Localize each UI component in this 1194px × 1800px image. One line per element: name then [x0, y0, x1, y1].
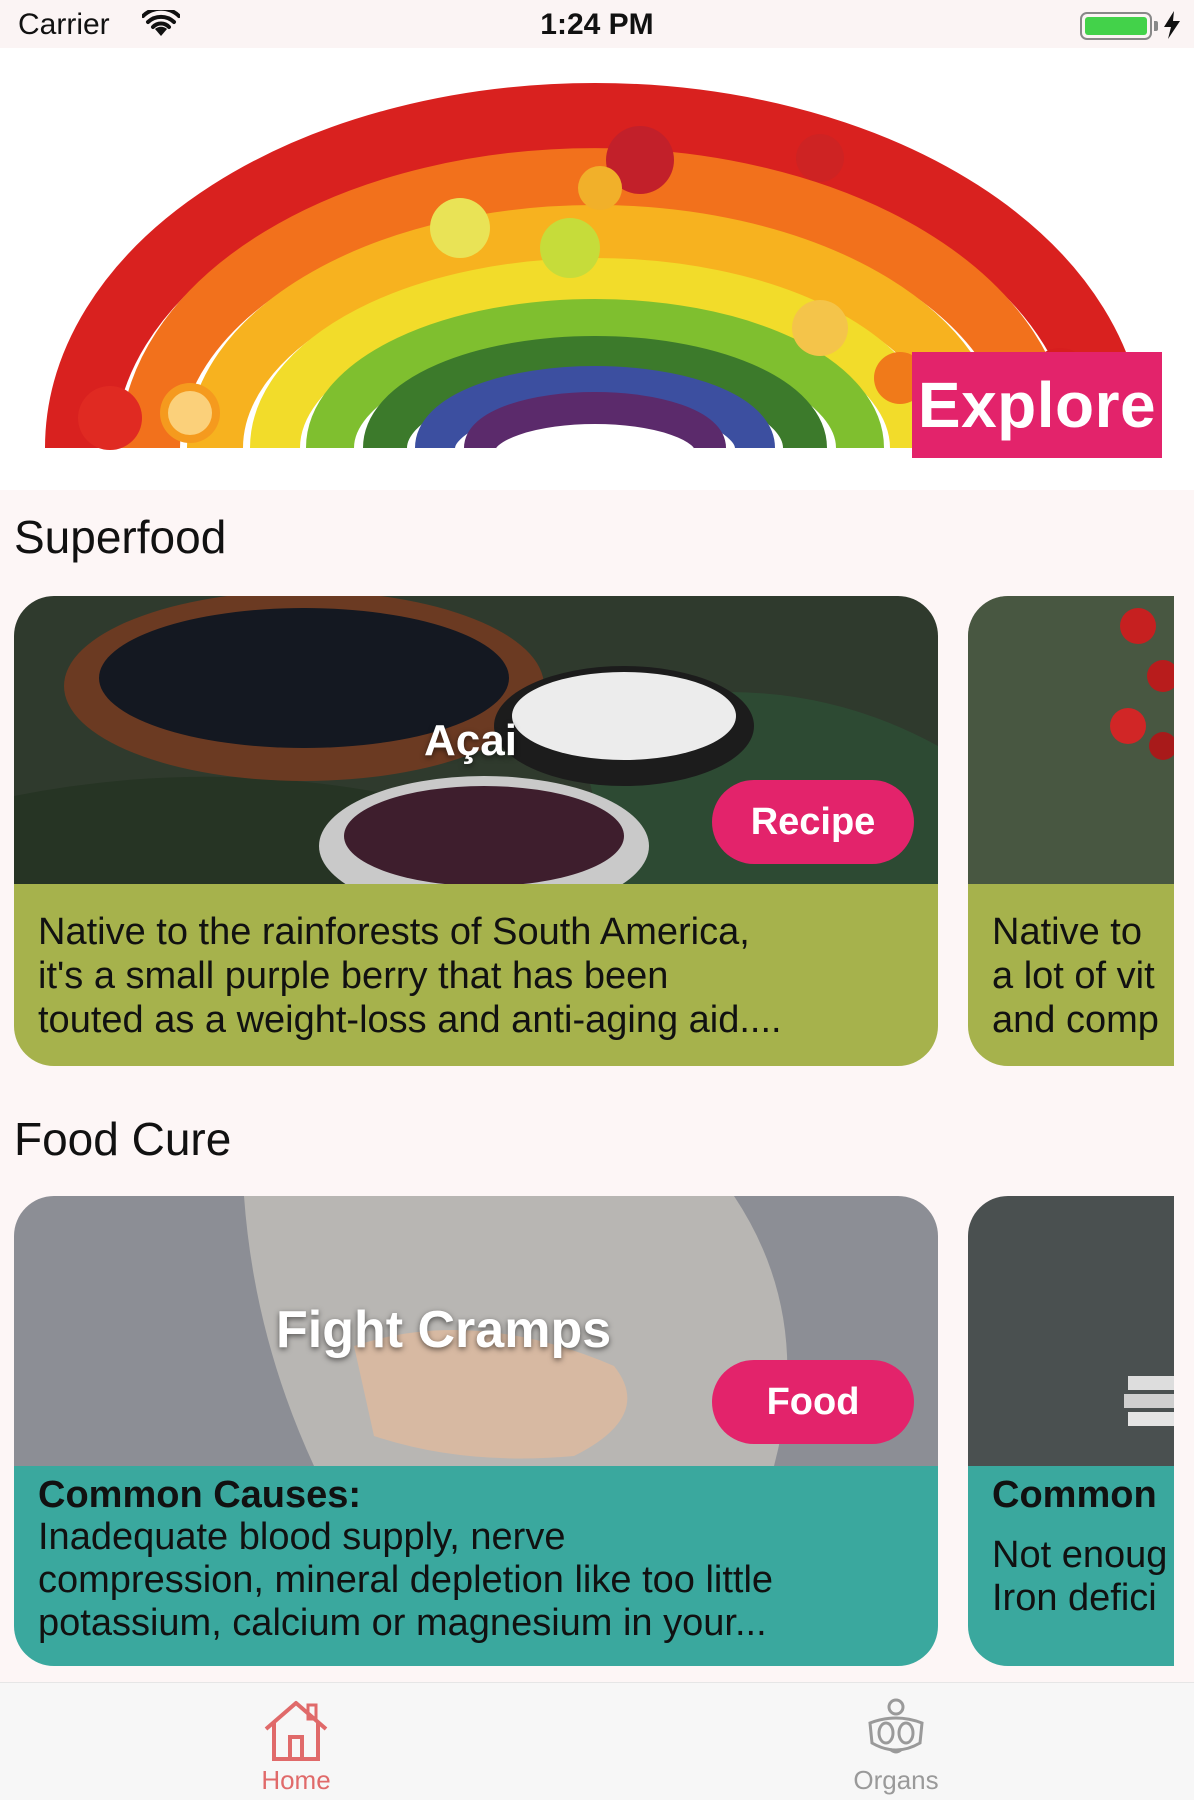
card-description: Common Not enoug Iron defici	[968, 1466, 1174, 1666]
battery-icon	[1080, 12, 1152, 40]
description-line: compression, mineral depletion like too …	[38, 1559, 774, 1601]
status-time: 1:24 PM	[540, 8, 654, 41]
recipe-button[interactable]: Recipe	[712, 780, 914, 864]
explore-button[interactable]: Explore	[912, 352, 1162, 458]
description-line: and comp	[992, 999, 1159, 1041]
description-line: Native to the rainforests of South Ameri…	[38, 911, 750, 953]
anemia-image	[968, 1196, 1174, 1466]
description-line: touted as a weight-loss and anti-aging a…	[38, 999, 782, 1041]
tab-home[interactable]: Home	[146, 1683, 446, 1800]
description-line: Iron defici	[992, 1577, 1157, 1619]
description-line: Inadequate blood supply, nerve	[38, 1516, 566, 1558]
description-heading: Common Causes:	[38, 1474, 362, 1516]
description-line: potassium, calcium or magnesium in your.…	[38, 1602, 767, 1644]
tab-organs[interactable]: Organs	[746, 1683, 1046, 1800]
food-cure-card-cramps[interactable]: Fight Cramps Food Common Causes: Inadequ…	[14, 1196, 938, 1666]
charging-icon	[1162, 10, 1182, 45]
goji-image	[968, 596, 1174, 884]
card-description: Native to the rainforests of South Ameri…	[14, 884, 938, 1066]
description-line: a lot of vit	[992, 955, 1155, 997]
tab-bar: Home Organs	[0, 1682, 1194, 1800]
food-cure-card-partial[interactable]: Common Not enoug Iron defici	[968, 1196, 1174, 1666]
superfood-card-acai[interactable]: Açai Recipe Native to the rainforests of…	[14, 596, 938, 1066]
card-title: Açai	[424, 716, 517, 765]
battery-tip	[1154, 21, 1158, 31]
description-line: it's a small purple berry that has been	[38, 955, 669, 997]
description-line: Native to	[992, 911, 1142, 953]
hero-banner[interactable]: Explore	[0, 48, 1194, 490]
superfood-section-title: Superfood	[14, 511, 227, 563]
organs-icon	[868, 1698, 924, 1754]
food-button[interactable]: Food	[712, 1360, 914, 1444]
food-cure-section-title: Food Cure	[14, 1113, 232, 1165]
status-bar: Carrier 1:24 PM	[0, 0, 1194, 48]
card-description: Common Causes: Inadequate blood supply, …	[14, 1466, 938, 1666]
superfood-card-partial[interactable]: Native to a lot of vit and comp	[968, 596, 1174, 1066]
description-heading: Common	[992, 1474, 1157, 1516]
description-line: Not enoug	[992, 1534, 1168, 1576]
tab-organs-label: Organs	[853, 1765, 939, 1795]
card-title: Fight Cramps	[276, 1301, 612, 1359]
card-description: Native to a lot of vit and comp	[968, 884, 1174, 1066]
home-icon	[264, 1701, 328, 1761]
tab-home-label: Home	[261, 1765, 331, 1795]
